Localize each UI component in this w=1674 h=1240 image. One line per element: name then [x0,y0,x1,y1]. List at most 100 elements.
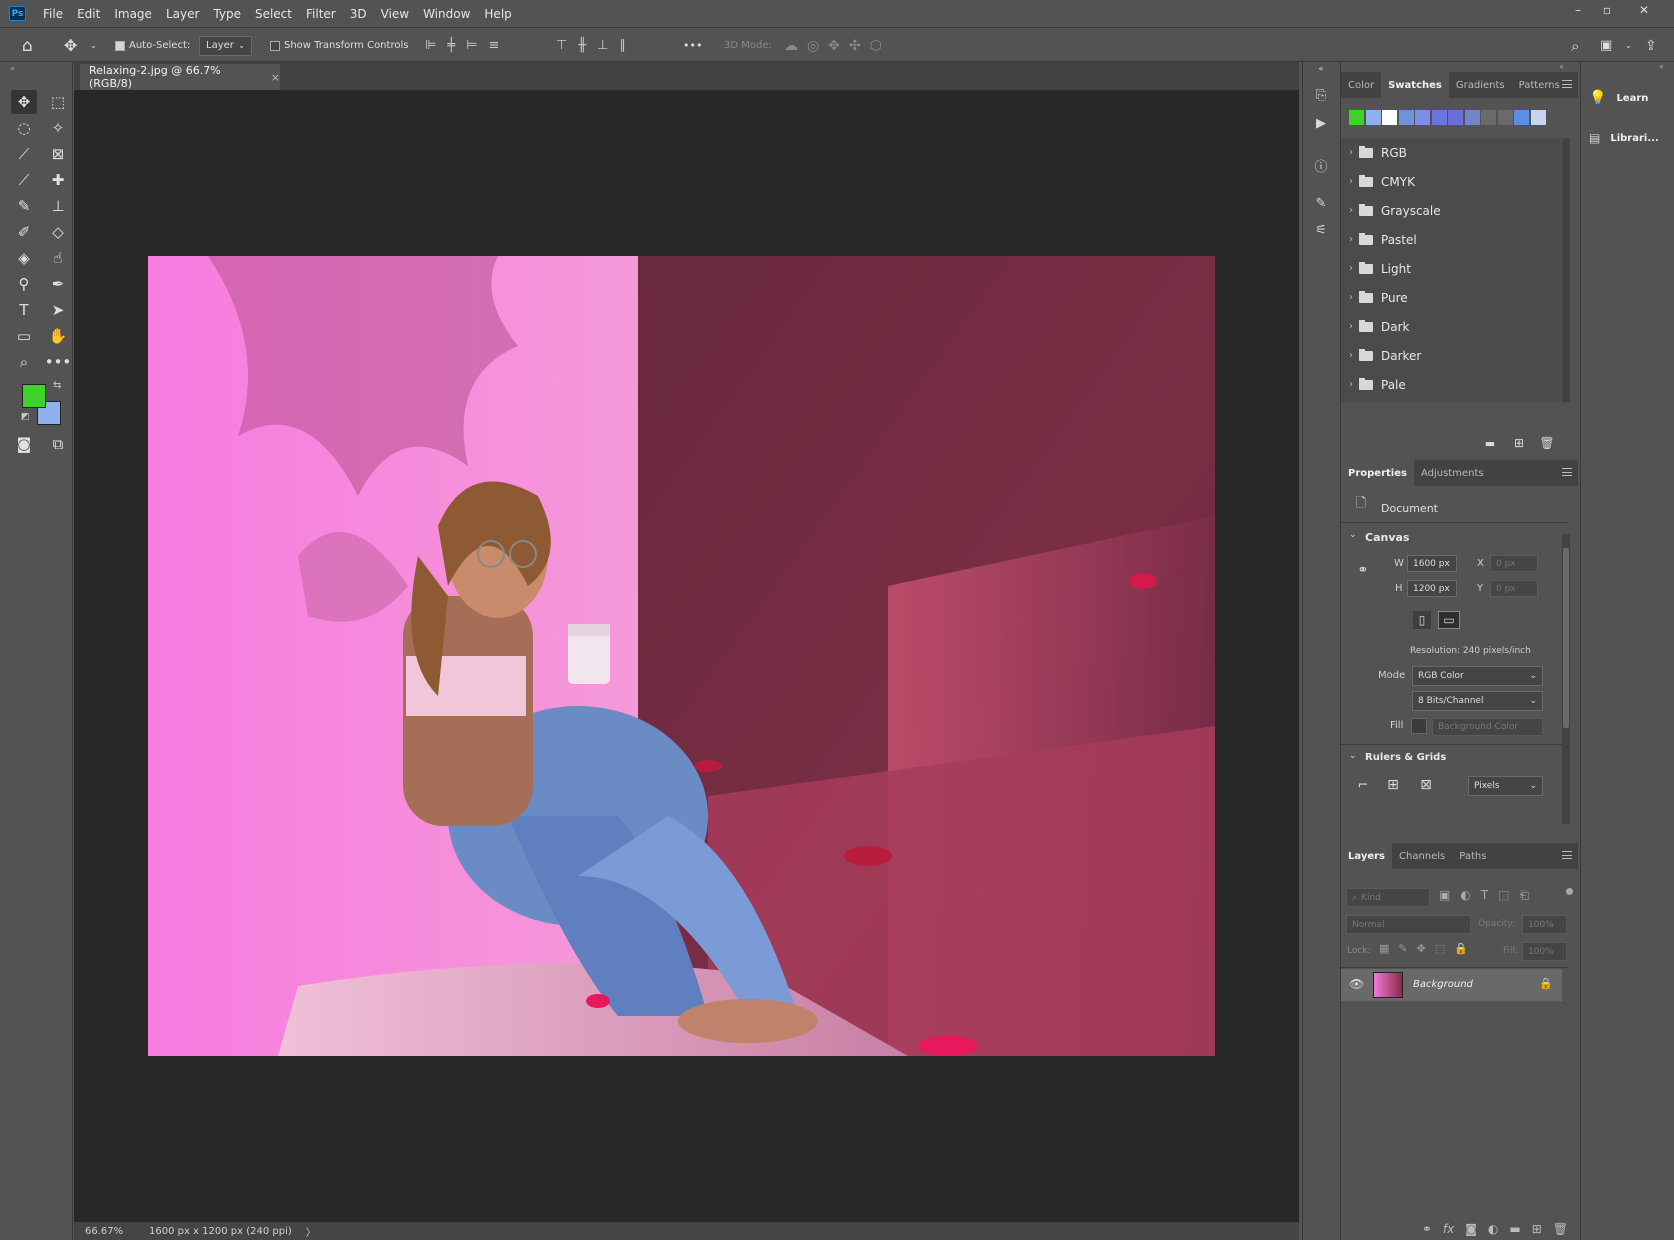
home-icon[interactable]: ⌂ [22,28,33,63]
color-swatch[interactable] [1431,110,1447,125]
eraser-tool-icon[interactable]: ◇ [45,220,71,244]
collapse-icon[interactable]: « [1559,62,1564,71]
zoom-level[interactable]: 66.67% [85,1226,145,1237]
menu-file[interactable]: File [36,7,70,21]
collapse-icon[interactable]: « [1311,62,1331,74]
history-panel-icon[interactable]: ⎘ [1310,84,1332,106]
swatch-group-light[interactable]: › Light [1341,254,1556,283]
checkbox-icon[interactable] [270,40,280,51]
menu-image[interactable]: Image [107,7,159,21]
lock-icons[interactable]: ▦✎✥⬚🔒 [1379,942,1477,955]
auto-select-target-dropdown[interactable]: Layer ⌄ [199,35,252,56]
align-center-icon[interactable]: ╪ [447,38,466,53]
bit-depth-dropdown[interactable]: 8 Bits/Channel ⌄ [1412,691,1543,711]
menu-type[interactable]: Type [206,7,248,21]
tab-swatches[interactable]: Swatches [1381,72,1449,98]
shape-filter-icon[interactable]: ⬚ [1498,888,1519,902]
chevron-right-icon[interactable]: › [1349,147,1353,158]
move-tool-preset-icon[interactable]: ✥ [64,28,77,63]
color-swatch[interactable] [1464,110,1480,125]
blend-mode-dropdown[interactable]: Normal [1346,915,1471,934]
align-middle-icon[interactable]: ╫ [578,38,597,53]
search-icon[interactable]: ⌕ [1571,28,1579,63]
x-field[interactable]: 0 px [1490,555,1538,572]
pixel-filter-icon[interactable]: ▣ [1439,888,1460,902]
swatch-group-pure[interactable]: › Pure [1341,283,1556,312]
magic-wand-tool-icon[interactable]: ✧ [45,116,71,140]
color-swatch[interactable] [1514,110,1529,125]
layer-filter-icons[interactable]: ▣◐T⬚⎗ [1439,888,1539,903]
chevron-right-icon[interactable]: › [1349,350,1353,361]
menu-filter[interactable]: Filter [299,7,343,21]
collapse-icon[interactable]: « [10,64,15,73]
link-layers-icon[interactable]: ⚭ [1422,1222,1432,1236]
panel-menu-icon[interactable] [1562,80,1572,88]
status-menu-arrow[interactable]: 〉 [306,1224,316,1239]
add-mask-icon[interactable]: ◙ [1465,1222,1477,1236]
color-swatch[interactable] [1481,110,1496,125]
layer-name[interactable]: Background [1413,979,1473,990]
panel-menu-icon[interactable] [1562,851,1572,859]
delete-swatch-icon[interactable]: 🗑 [1538,434,1556,452]
color-swatch[interactable] [1382,110,1397,125]
menu-view[interactable]: View [374,7,416,21]
swatch-group-pastel[interactable]: › Pastel [1341,225,1556,254]
screen-mode-icon[interactable]: ⧉ [45,432,71,456]
swatch-group-grayscale[interactable]: › Grayscale [1341,196,1556,225]
align-right-icon[interactable]: ⊨ [466,38,488,53]
foreground-color-swatch[interactable] [22,384,46,408]
scrollbar[interactable] [1562,138,1570,402]
learn-button[interactable]: 💡 Learn [1581,80,1674,116]
more-tools-icon[interactable]: ••• [45,350,72,374]
color-mode-dropdown[interactable]: RGB Color ⌄ [1412,666,1543,686]
new-group-icon[interactable]: ▬ [1481,434,1499,452]
chevron-right-icon[interactable]: › [1349,176,1353,187]
opacity-field[interactable]: 100% [1522,915,1567,934]
swatch-group-rgb[interactable]: › RGB [1341,138,1556,167]
frame-tool-icon[interactable]: ⊠ [45,142,71,166]
document-image[interactable] [148,256,1215,1056]
fill-dropdown[interactable]: Background Color [1432,718,1543,736]
guides-icon[interactable]: ⊠ [1416,775,1436,795]
layer-row[interactable]: 👁 Background 🔒 [1341,969,1562,1001]
chevron-right-icon[interactable]: › [1349,263,1353,274]
align-buttons-group[interactable]: ⊫ ╪ ⊨ ≡ [425,28,510,63]
auto-select-checkbox[interactable]: Auto-Select: [115,28,190,63]
vertical-align-buttons-group[interactable]: ⊤ ╫ ⊥ ∥ [556,28,637,63]
landscape-orientation-icon[interactable]: ▭ [1438,611,1460,629]
chevron-right-icon[interactable]: › [1349,234,1353,245]
adjustments-icon[interactable]: ⚟ [1310,219,1332,241]
panel-menu-icon[interactable] [1562,468,1572,476]
brush-tool-icon[interactable]: ✎ [11,194,37,218]
menu-edit[interactable]: Edit [70,7,107,21]
share-icon[interactable]: ⇪ [1645,28,1657,63]
lock-all-icon[interactable]: 🔒 [1454,942,1477,955]
clone-stamp-tool-icon[interactable]: ⊥ [45,194,71,218]
smart-object-filter-icon[interactable]: ⎗ [1520,888,1540,902]
actions-panel-icon[interactable]: ▶ [1310,112,1332,134]
distribute-vertical-icon[interactable]: ∥ [619,38,637,53]
move-tool-icon[interactable]: ✥ [11,90,37,114]
libraries-button[interactable]: ▤ Librari... [1581,120,1674,156]
marquee-tool-icon[interactable]: ⬚ [45,90,71,114]
fill-color-swatch[interactable] [1411,718,1427,734]
close-tab-icon[interactable]: × [271,71,280,84]
chevron-down-icon[interactable]: ⌄ [1349,530,1357,540]
type-filter-icon[interactable]: T [1481,888,1498,902]
lock-position-icon[interactable]: ✥ [1417,942,1435,955]
link-icon[interactable]: ⚭ [1356,558,1370,582]
menu-window[interactable]: Window [416,7,477,21]
minimize-button[interactable]: – [1565,3,1591,23]
tab-properties[interactable]: Properties [1341,460,1414,486]
distribute-icon[interactable]: ≡ [488,38,510,53]
menu-select[interactable]: Select [248,7,299,21]
swatch-group-dark[interactable]: › Dark [1341,312,1556,341]
menu-3d[interactable]: 3D [343,7,374,21]
menu-help[interactable]: Help [477,7,518,21]
info-panel-icon[interactable]: ⓘ [1310,154,1332,176]
quick-mask-icon[interactable]: ◙ [11,432,37,456]
checkbox-icon[interactable] [115,40,125,51]
healing-brush-tool-icon[interactable]: ✚ [45,168,71,192]
visibility-eye-icon[interactable]: 👁 [1349,977,1364,991]
color-swatch[interactable] [1398,110,1414,125]
